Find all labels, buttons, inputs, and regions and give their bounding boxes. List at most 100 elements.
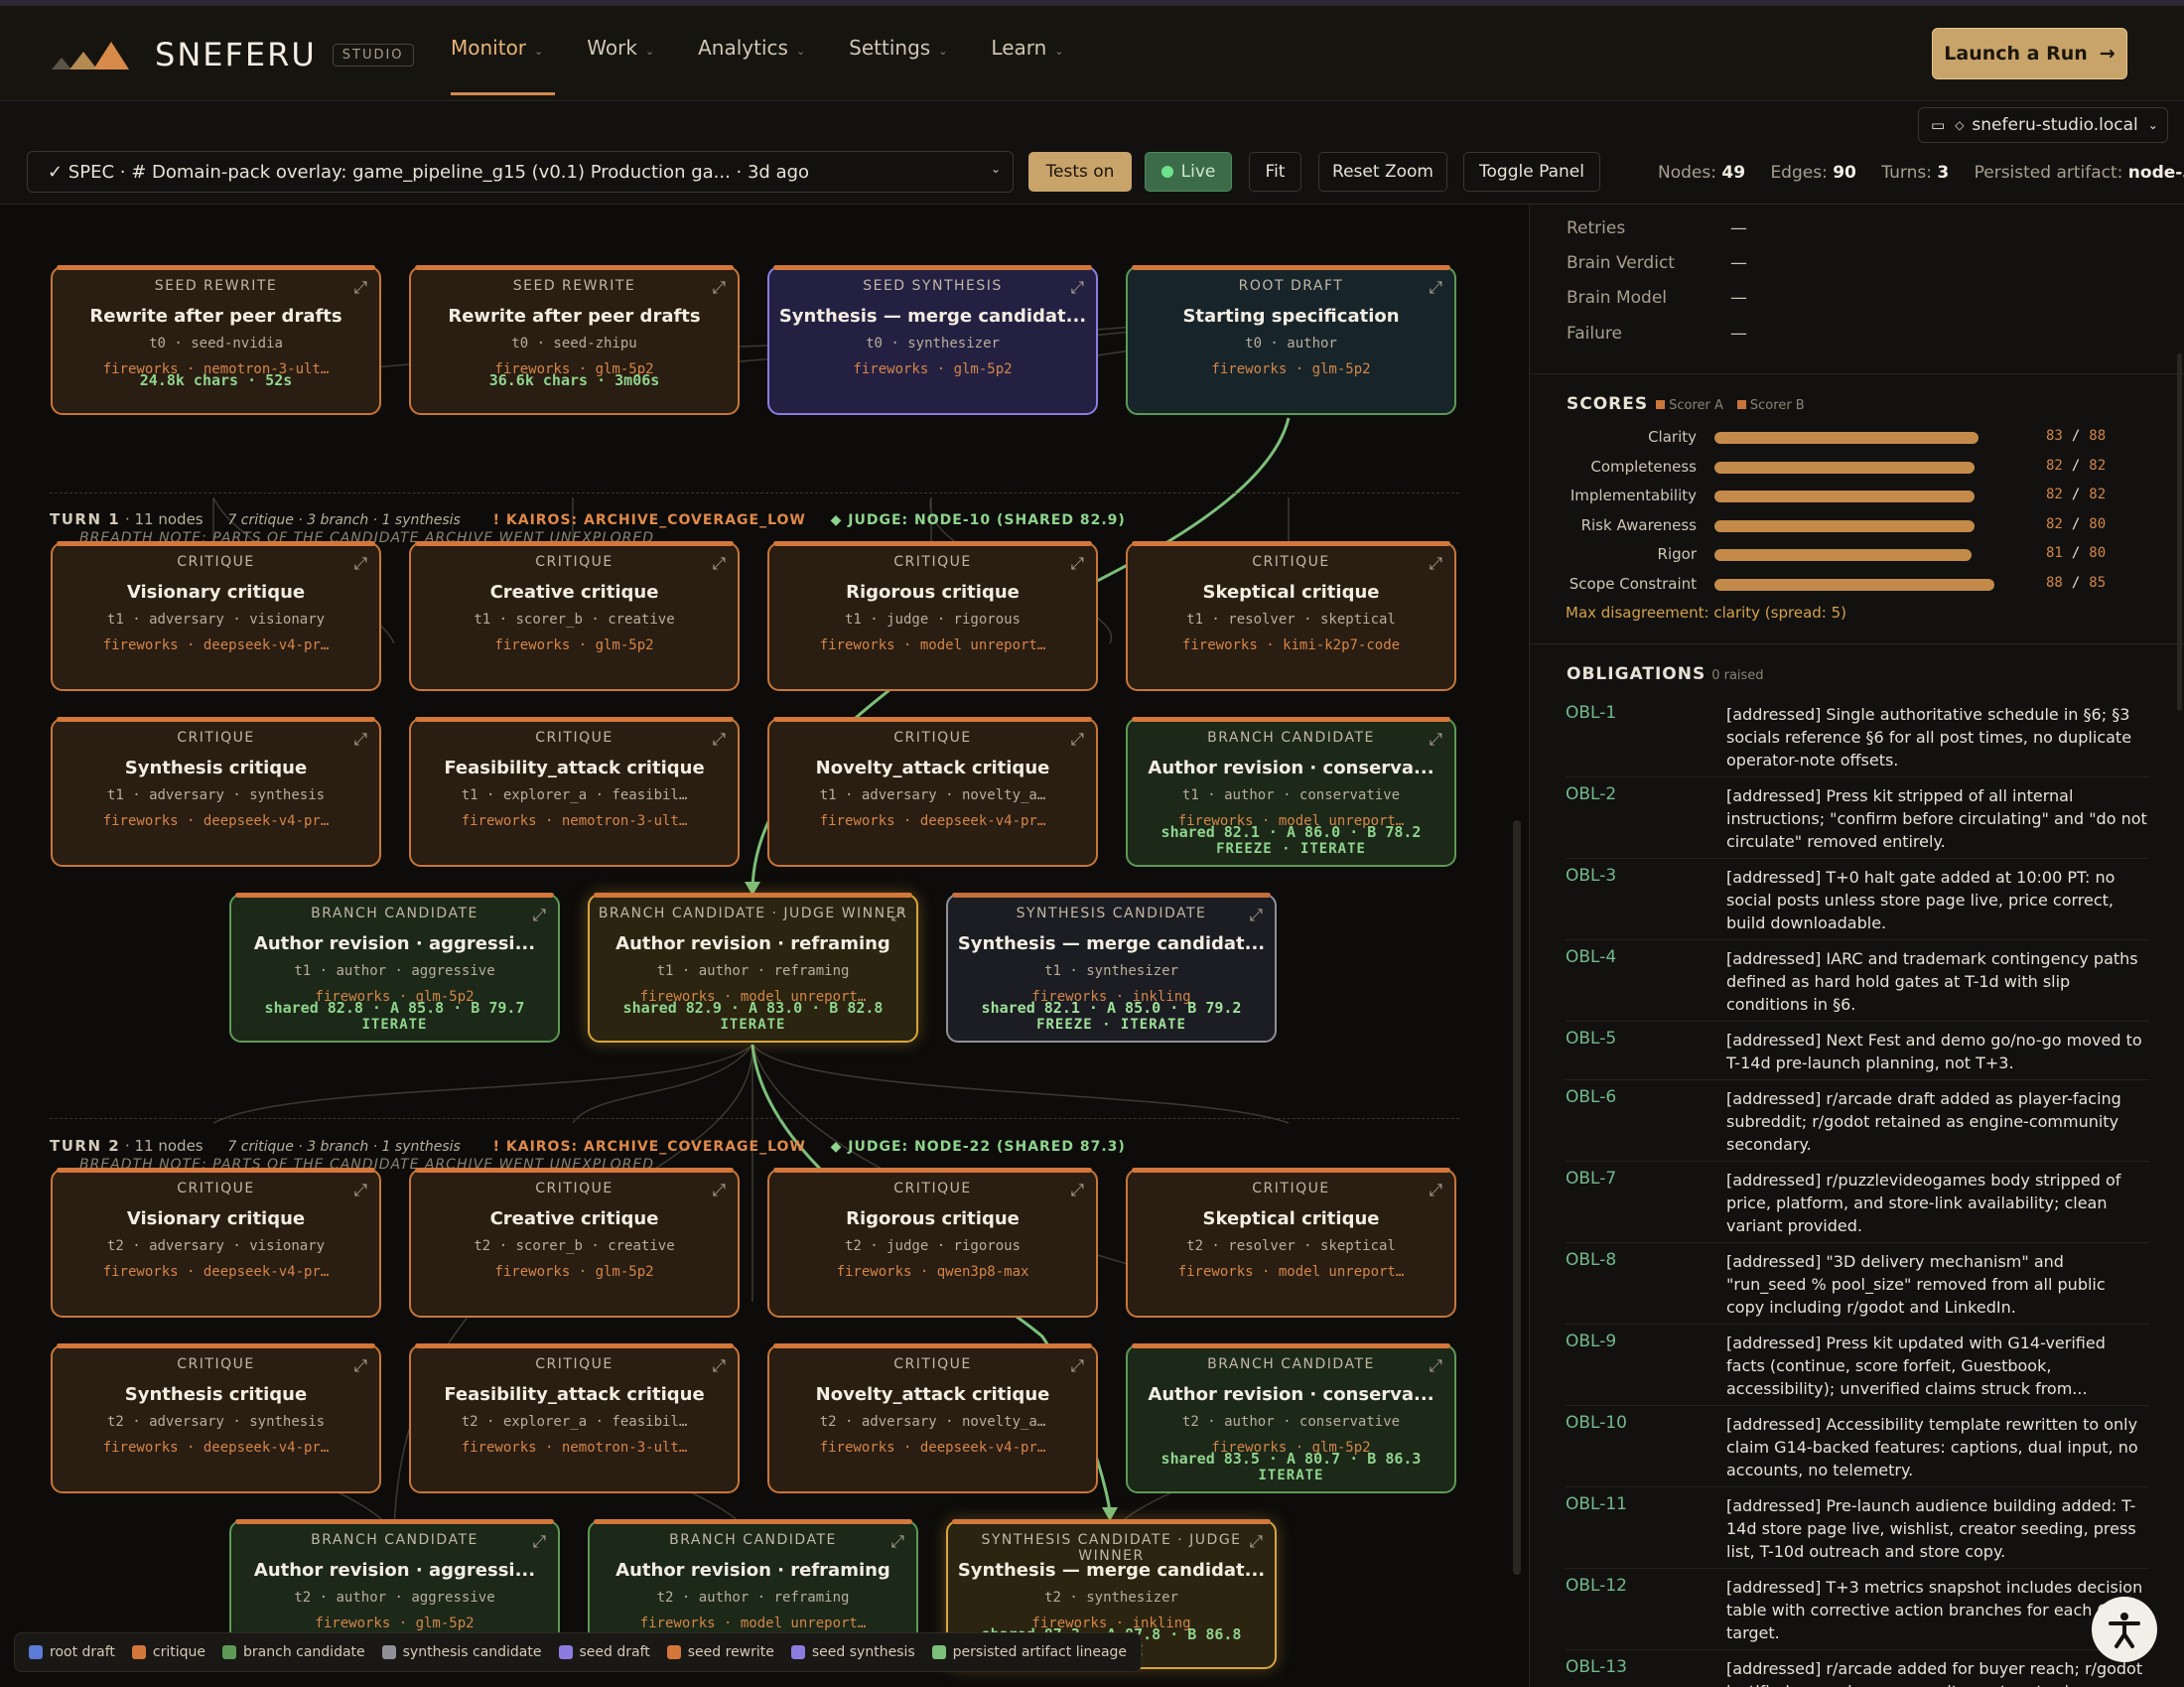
critique-node[interactable]: CRITIQUE Rigorous critique t2 · judge · … (767, 1168, 1098, 1318)
nav-analytics[interactable]: Analytics ⌄ (698, 36, 805, 91)
nav-learn[interactable]: Learn ⌄ (991, 36, 1063, 91)
root-draft-node[interactable]: ROOT DRAFT Starting specification t0 · a… (1126, 265, 1456, 415)
score-a: 83 (2046, 428, 2063, 444)
expand-icon[interactable]: ⤢ (1429, 730, 1442, 750)
critique-node[interactable]: CRITIQUE Synthesis critique t1 · adversa… (51, 717, 381, 867)
synthesis-candidate-node[interactable]: SYNTHESIS CANDIDATE Synthesis — merge ca… (946, 893, 1277, 1043)
expand-icon[interactable]: ⤢ (1429, 278, 1442, 298)
expand-icon[interactable]: ⤢ (1429, 554, 1442, 574)
critique-node[interactable]: CRITIQUE Skeptical critique t1 · resolve… (1126, 541, 1456, 691)
expand-icon[interactable]: ⤢ (1070, 1181, 1084, 1200)
legend-swatch (29, 1645, 43, 1659)
host-selector[interactable]: ▭ ◇ sneferu-studio.local ⌄ (1918, 107, 2168, 143)
critique-node[interactable]: CRITIQUE Visionary critique t2 · adversa… (51, 1168, 381, 1318)
judge-winner-node[interactable]: BRANCH CANDIDATE · JUDGE WINNER Author r… (588, 893, 918, 1043)
node-kind: SEED REWRITE (154, 278, 278, 294)
node-kind: BRANCH CANDIDATE (1207, 730, 1375, 746)
critique-node[interactable]: CRITIQUE Novelty_attack critique t2 · ad… (767, 1343, 1098, 1493)
prop-label: Brain Verdict (1567, 253, 1675, 273)
node-meta: t0 · author (1245, 336, 1337, 351)
critique-node[interactable]: CRITIQUE Synthesis critique t2 · adversa… (51, 1343, 381, 1493)
nav-settings[interactable]: Settings ⌄ (849, 36, 947, 91)
expand-icon[interactable]: ⤢ (353, 554, 367, 574)
expand-icon[interactable]: ⤢ (1070, 554, 1084, 574)
graph-canvas[interactable]: SEED REWRITE Rewrite after peer drafts t… (0, 205, 1529, 1687)
expand-icon[interactable]: ⤢ (353, 730, 367, 750)
score-sep: / (2071, 428, 2081, 444)
top-navbar: SNEFERU STUDIO Monitor ⌄ Work ⌄ Analytics ⌄… (0, 0, 2184, 101)
expand-icon[interactable]: ⤢ (1429, 1356, 1442, 1376)
expand-icon[interactable]: ⤢ (1070, 730, 1084, 750)
fit-button[interactable]: Fit (1249, 152, 1301, 192)
seed-rewrite-node[interactable]: SEED REWRITE Rewrite after peer drafts t… (51, 265, 381, 415)
spec-selector[interactable]: ✓ SPEC · # Domain-pack overlay: game_pip… (27, 151, 1014, 193)
expand-icon[interactable]: ⤢ (712, 278, 726, 298)
branch-candidate-node[interactable]: BRANCH CANDIDATE Author revision · aggre… (229, 893, 560, 1043)
logo[interactable]: SNEFERU STUDIO (52, 36, 414, 73)
expand-icon[interactable]: ⤢ (712, 554, 726, 574)
expand-icon[interactable]: ⤢ (712, 1181, 726, 1200)
node-tag: ITERATE (720, 1017, 786, 1033)
graph-stats: Nodes: 49 Edges: 90 Turns: 3 Persisted a… (1658, 163, 2184, 183)
live-toggle-button[interactable]: Live (1145, 152, 1232, 192)
obligations-title: OBLIGATIONS 0 raised (1567, 664, 1764, 684)
obligation-id: OBL-4 (1566, 947, 1617, 967)
critique-node[interactable]: CRITIQUE Feasibility_attack critique t2 … (409, 1343, 740, 1493)
critique-node[interactable]: CRITIQUE Novelty_attack critique t1 · ad… (767, 717, 1098, 867)
accessibility-button[interactable] (2092, 1597, 2157, 1662)
score-a: 82 (2046, 487, 2063, 502)
tests-toggle-button[interactable]: Tests on (1028, 152, 1132, 192)
node-score: shared 82.9 · A 83.0 · B 82.8 (622, 999, 884, 1017)
expand-icon[interactable]: ⤢ (1070, 1356, 1084, 1376)
critique-node[interactable]: CRITIQUE Creative critique t1 · scorer_b… (409, 541, 740, 691)
expand-icon[interactable]: ⤢ (353, 1356, 367, 1376)
critique-node[interactable]: CRITIQUE Rigorous critique t1 · judge · … (767, 541, 1098, 691)
legend-swatch (790, 1645, 805, 1659)
expand-icon[interactable]: ⤢ (1429, 1181, 1442, 1200)
divider (1530, 373, 2184, 374)
node-meta: t2 · explorer_a · feasibil… (461, 1414, 688, 1430)
expand-icon[interactable]: ⤢ (532, 1532, 546, 1552)
node-kind: CRITIQUE (1252, 554, 1330, 570)
score-a: 88 (2046, 574, 2063, 591)
obligation-id: OBL-12 (1566, 1576, 1627, 1596)
expand-icon[interactable]: ⤢ (890, 1532, 904, 1552)
prop-brain-verdict: Brain Verdict — (1567, 253, 1747, 273)
expand-icon[interactable]: ⤢ (1070, 278, 1084, 298)
expand-icon[interactable]: ⤢ (353, 278, 367, 298)
node-provider: fireworks · nemotron-3-ult… (461, 1440, 688, 1456)
nav-work[interactable]: Work ⌄ (587, 36, 654, 91)
expand-icon[interactable]: ⤢ (1249, 906, 1263, 925)
score-row: Risk Awareness 82 / 80 (1530, 516, 2184, 538)
node-provider: fireworks · glm-5p2 (1211, 361, 1371, 377)
critique-node[interactable]: CRITIQUE Skeptical critique t2 · resolve… (1126, 1168, 1456, 1318)
critique-node[interactable]: CRITIQUE Visionary critique t1 · adversa… (51, 541, 381, 691)
expand-icon[interactable]: ⤢ (353, 1181, 367, 1200)
critique-node[interactable]: CRITIQUE Creative critique t2 · scorer_b… (409, 1168, 740, 1318)
seed-synthesis-node[interactable]: SEED SYNTHESIS Synthesis — merge candida… (767, 265, 1098, 415)
expand-icon[interactable]: ⤢ (1249, 1532, 1263, 1552)
branch-candidate-node[interactable]: BRANCH CANDIDATE Author revision · conse… (1126, 1343, 1456, 1493)
expand-icon[interactable]: ⤢ (712, 730, 726, 750)
nav-monitor[interactable]: Monitor ⌄ (451, 36, 556, 95)
live-label: Live (1180, 162, 1216, 182)
obligation-text: [addressed] Pre-launch audience building… (1726, 1496, 2136, 1561)
launch-run-button[interactable]: Launch a Run → (1932, 28, 2127, 79)
obligation-text: [addressed] "3D delivery mechanism" and … (1726, 1252, 2106, 1317)
node-title: Feasibility_attack critique (444, 1384, 705, 1405)
detail-panel[interactable]: Retries — Brain Verdict — Brain Model — Fai… (1529, 205, 2184, 1687)
graph-scrollbar[interactable] (1513, 820, 1521, 1575)
seed-rewrite-node[interactable]: SEED REWRITE Rewrite after peer drafts t… (409, 265, 740, 415)
node-title: Creative critique (489, 1208, 659, 1229)
panel-scrollbar[interactable] (2177, 353, 2182, 711)
obligation-text: [addressed] r/arcade draft added as play… (1726, 1089, 2121, 1154)
expand-icon[interactable]: ⤢ (532, 906, 546, 925)
branch-candidate-node[interactable]: BRANCH CANDIDATE Author revision · conse… (1126, 717, 1456, 867)
toggle-panel-button[interactable]: Toggle Panel (1463, 152, 1600, 192)
critique-node[interactable]: CRITIQUE Feasibility_attack critique t1 … (409, 717, 740, 867)
legend-item: critique (131, 1644, 205, 1660)
expand-icon[interactable]: ⤢ (712, 1356, 726, 1376)
reset-zoom-button[interactable]: Reset Zoom (1318, 152, 1447, 192)
expand-icon[interactable]: ⤢ (890, 906, 904, 925)
section-label: SCORES (1567, 394, 1649, 414)
